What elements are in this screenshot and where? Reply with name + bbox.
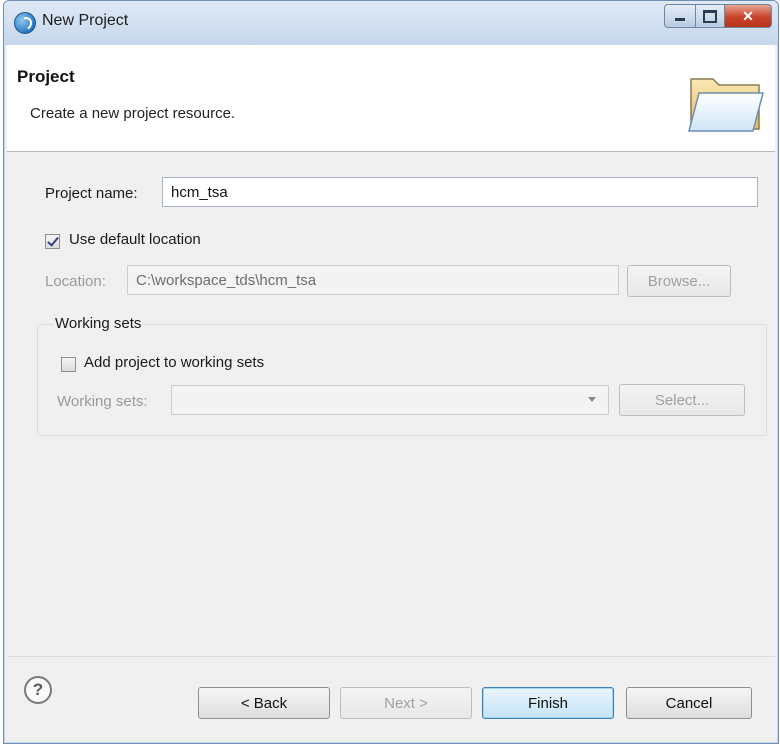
close-button[interactable]: ✕ (725, 4, 772, 28)
eclipse-app-icon (14, 12, 36, 34)
location-label: Location: (45, 273, 106, 290)
use-default-location-label: Use default location (69, 231, 201, 248)
next-button[interactable]: Next > (340, 687, 472, 719)
page-title: Project (17, 67, 75, 86)
close-icon: ✕ (742, 7, 754, 24)
wizard-content: Project name: Use default location Locat… (7, 152, 775, 632)
window-controls: ✕ (664, 4, 772, 28)
add-to-working-sets-label: Add project to working sets (84, 354, 265, 371)
working-sets-combo[interactable] (171, 385, 609, 415)
cancel-button[interactable]: Cancel (626, 687, 752, 719)
wizard-banner: Project Create a new project resource. (7, 45, 775, 152)
chevron-down-icon (588, 397, 596, 402)
finish-button[interactable]: Finish (482, 687, 614, 719)
new-project-dialog: New Project ✕ Project Create a new proje… (3, 0, 779, 744)
window-title: New Project (42, 12, 129, 29)
minimize-button[interactable] (664, 4, 696, 28)
location-input[interactable] (127, 265, 619, 295)
select-button[interactable]: Select... (619, 384, 745, 416)
maximize-button[interactable] (696, 4, 725, 28)
maximize-icon (703, 9, 717, 23)
folder-icon (688, 78, 764, 132)
working-sets-group-title: Working sets (53, 315, 144, 332)
working-sets-group (37, 324, 767, 436)
project-name-label-text: Project name: (45, 185, 138, 202)
working-sets-label: Working sets: (57, 393, 148, 410)
page-description: Create a new project resource. (30, 105, 236, 122)
back-button[interactable]: < Back (198, 687, 330, 719)
add-to-working-sets-checkbox[interactable] (61, 357, 76, 372)
title-bar[interactable]: New Project ✕ (4, 1, 778, 45)
project-name-input[interactable] (162, 177, 758, 207)
minimize-icon (675, 17, 685, 21)
footer-separator (7, 656, 775, 657)
help-icon[interactable]: ? (24, 676, 52, 704)
use-default-location-checkbox[interactable] (45, 234, 60, 249)
project-name-label: Project name: (45, 185, 138, 202)
browse-button[interactable]: Browse... (627, 265, 731, 297)
